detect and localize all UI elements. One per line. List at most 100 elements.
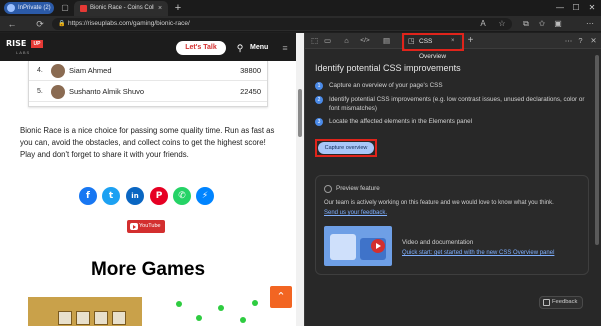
score-cell: 22450	[240, 87, 261, 96]
pinterest-share-icon[interactable]: P	[150, 187, 168, 205]
scroll-to-top-button[interactable]: ⌃	[270, 286, 292, 308]
read-aloud-icon[interactable]: A	[477, 18, 489, 30]
browser-window: InPrivate (2) ▢ Bionic Race - Coins Coll…	[0, 0, 601, 326]
table-row: 5. Sushanto Almik Shuvo 22450	[29, 82, 267, 102]
search-icon[interactable]: ⚲	[234, 41, 246, 55]
score-cell: 38800	[240, 66, 261, 75]
facebook-share-icon[interactable]: f	[79, 187, 97, 205]
feedback-label: Feedback	[552, 299, 578, 305]
browser-tab[interactable]: Bionic Race - Coins Collecting G ×	[74, 1, 168, 16]
video-thumbnail-art	[330, 234, 356, 260]
linkedin-share-icon[interactable]: in	[126, 187, 144, 205]
feedback-icon	[543, 299, 550, 306]
game-thumbnail-art	[76, 311, 90, 325]
preview-feature-label: Preview feature	[336, 185, 380, 192]
refresh-icon[interactable]: ⟳	[34, 18, 46, 30]
step-number-badge: 2	[315, 96, 323, 104]
split-screen-icon[interactable]: ⧉	[520, 18, 532, 30]
table-row: 4. Siam Ahmed 38800	[29, 61, 267, 81]
avatar	[51, 64, 65, 78]
menu-button[interactable]: Menu	[250, 41, 272, 55]
welcome-home-icon[interactable]: ⌂	[341, 35, 352, 47]
new-tab-button[interactable]: +	[172, 2, 184, 14]
more-games-heading: More Games	[90, 259, 206, 280]
devtools-scrollbar[interactable]	[594, 51, 600, 321]
highlight-box	[315, 139, 377, 157]
more-menu-icon[interactable]: ⋯	[584, 18, 596, 30]
game-thumbnail[interactable]	[28, 297, 142, 326]
game-thumbnail-art	[252, 300, 258, 306]
maximize-button[interactable]: ☐	[569, 2, 583, 14]
messenger-share-icon[interactable]: ⚡	[196, 187, 214, 205]
step-number-badge: 1	[315, 82, 323, 90]
navigation-bar: ← ⟳ 🔒 https://riseuplabs.com/gaming/bion…	[0, 16, 601, 32]
inprivate-profile-button[interactable]: InPrivate (2)	[4, 2, 54, 14]
devtools-panel: ⬚ ▭ ⌂ </> ▤ ◳ CSS Overview × + ⋯ ? ✕ Ide…	[304, 33, 601, 326]
step-text: Identify potential CSS improvements (e.g…	[329, 96, 585, 112]
logo-rise-text: RISE	[6, 39, 27, 48]
more-options-icon[interactable]: ⋯	[563, 35, 574, 47]
web-page: RISE UP LABS Let's Talk ⚲ Menu ≡ 4. Siam…	[0, 33, 296, 326]
help-icon[interactable]: ?	[575, 35, 586, 47]
back-icon[interactable]: ←	[6, 18, 18, 30]
favorite-star-icon[interactable]: ☆	[496, 18, 508, 30]
profile-label: InPrivate (2)	[18, 5, 51, 11]
add-tab-icon[interactable]: +	[465, 35, 476, 47]
elements-tab-icon[interactable]: </>	[357, 35, 373, 47]
game-thumbnail-art	[58, 311, 72, 325]
video-thumbnail[interactable]	[324, 226, 392, 266]
hamburger-icon[interactable]: ≡	[280, 41, 290, 55]
preview-description: Our team is actively working on this fea…	[324, 200, 554, 206]
game-thumbnail-art	[240, 317, 246, 323]
minimize-button[interactable]: —	[553, 2, 567, 14]
whatsapp-share-icon[interactable]: ✆	[173, 187, 191, 205]
preview-feature-title: Preview feature	[324, 184, 524, 194]
page-scrollbar[interactable]	[296, 33, 304, 326]
preview-info-icon	[324, 185, 332, 193]
tab-strip: InPrivate (2) ▢ Bionic Race - Coins Coll…	[0, 0, 601, 16]
avatar	[51, 85, 65, 99]
rank-cell: 5.	[37, 88, 43, 95]
rank-cell: 4.	[37, 67, 43, 74]
tab-title: Bionic Race - Coins Collecting G	[90, 5, 154, 11]
devtools-toolbar: ⬚ ▭ ⌂ </> ▤ ◳ CSS Overview × + ⋯ ? ✕	[305, 33, 601, 60]
riseup-labs-logo[interactable]: RISE UP LABS	[6, 36, 43, 58]
video-docs-label: Video and documentation	[402, 239, 474, 246]
game-thumbnail-art	[94, 311, 108, 325]
twitter-share-icon[interactable]: t	[102, 187, 120, 205]
youtube-icon	[130, 223, 138, 230]
step-number-badge: 3	[315, 118, 323, 126]
feedback-link[interactable]: Send us your feedback.	[324, 208, 444, 218]
step-text: Capture an overview of your page's CSS	[329, 82, 443, 89]
highlight-box	[402, 33, 464, 51]
console-tab-icon[interactable]: ▤	[381, 35, 392, 47]
favorites-icon[interactable]: ✩	[536, 18, 548, 30]
logo-up-badge: UP	[31, 40, 43, 48]
address-bar[interactable]: 🔒 https://riseuplabs.com/gaming/bionic-r…	[52, 18, 512, 30]
lock-icon[interactable]: 🔒	[58, 20, 66, 28]
collections-icon[interactable]: ▣	[552, 18, 564, 30]
profile-icon	[7, 4, 15, 12]
lets-talk-button[interactable]: Let's Talk	[176, 41, 226, 55]
page-scrollbar-thumb[interactable]	[298, 89, 302, 137]
close-devtools-icon[interactable]: ✕	[588, 35, 599, 47]
site-favicon-icon	[80, 5, 87, 12]
game-thumbnail-art	[112, 311, 126, 325]
leaderboard-table: 4. Siam Ahmed 38800 5. Sushanto Almik Sh…	[28, 61, 268, 107]
game-thumbnail-art	[196, 315, 202, 321]
player-name-cell: Siam Ahmed	[69, 66, 112, 75]
close-window-button[interactable]: ✕	[585, 2, 599, 14]
panel-heading: Identify potential CSS improvements	[315, 63, 461, 73]
inspect-element-icon[interactable]: ⬚	[309, 35, 320, 47]
player-name-cell: Sushanto Almik Shuvo	[69, 87, 145, 96]
tab-actions-icon[interactable]: ▢	[60, 3, 70, 13]
devtools-scrollbar-thumb[interactable]	[595, 55, 599, 245]
game-thumbnail[interactable]	[152, 297, 268, 326]
youtube-button[interactable]: YouTube	[127, 220, 165, 233]
play-icon[interactable]	[371, 239, 385, 253]
device-emulation-icon[interactable]: ▭	[322, 35, 333, 47]
feedback-button[interactable]: Feedback	[539, 296, 583, 309]
url-text: https://riseuplabs.com/gaming/bionic-rac…	[68, 20, 190, 27]
tab-close-icon[interactable]: ×	[156, 4, 164, 13]
quick-start-link[interactable]: Quick start: get started with the new CS…	[402, 249, 582, 269]
